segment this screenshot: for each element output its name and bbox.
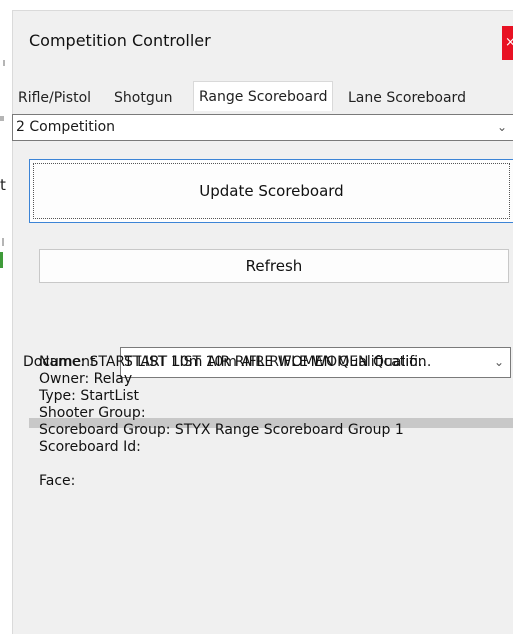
refresh-label: Refresh (245, 257, 303, 275)
tab-lane-scoreboard[interactable]: Lane Scoreboard (343, 85, 471, 111)
background-window-edge: t (0, 0, 8, 633)
close-icon: × (505, 35, 513, 50)
refresh-button[interactable]: Refresh (39, 249, 509, 283)
info-name: Name: START LIST 10m AIR RIFLE WOMEN Qua… (39, 354, 427, 370)
info-face: Face: (39, 473, 76, 489)
info-type: Type: StartList (39, 388, 139, 404)
info-scoreboard-group: Scoreboard Group: STYX Range Scoreboard … (39, 422, 404, 438)
competition-select-value: 2 Competition (16, 119, 116, 135)
document-info: Name: START LIST 10m AIR RIFLE WOMEN Qua… (39, 354, 427, 490)
edge-green-mark (0, 252, 3, 268)
window-title: Competition Controller (29, 31, 211, 50)
close-button[interactable]: × (502, 26, 513, 60)
update-scoreboard-button[interactable]: Update Scoreboard (29, 159, 513, 223)
tab-rifle-pistol[interactable]: Rifle/Pistol (13, 85, 96, 111)
tab-bar: Rifle/Pistol Shotgun Range Scoreboard La… (13, 81, 513, 112)
edge-mark (2, 238, 4, 246)
info-owner: Owner: Relay (39, 371, 133, 387)
chevron-down-icon: ⌄ (496, 120, 507, 134)
chevron-down-icon: ⌄ (493, 355, 504, 369)
edge-mark (3, 60, 5, 66)
competition-select[interactable]: 2 Competition ⌄ (12, 114, 513, 141)
edge-mark (0, 116, 4, 121)
update-scoreboard-label: Update Scoreboard (199, 182, 344, 200)
info-scoreboard-id: Scoreboard Id: (39, 439, 141, 455)
edge-glyph: t (0, 176, 6, 194)
info-shooter-group: Shooter Group: (39, 405, 146, 421)
competition-controller-window: Competition Controller × Rifle/Pistol Sh… (12, 10, 513, 634)
tab-shotgun[interactable]: Shotgun (109, 85, 177, 111)
tab-range-scoreboard[interactable]: Range Scoreboard (193, 81, 334, 112)
